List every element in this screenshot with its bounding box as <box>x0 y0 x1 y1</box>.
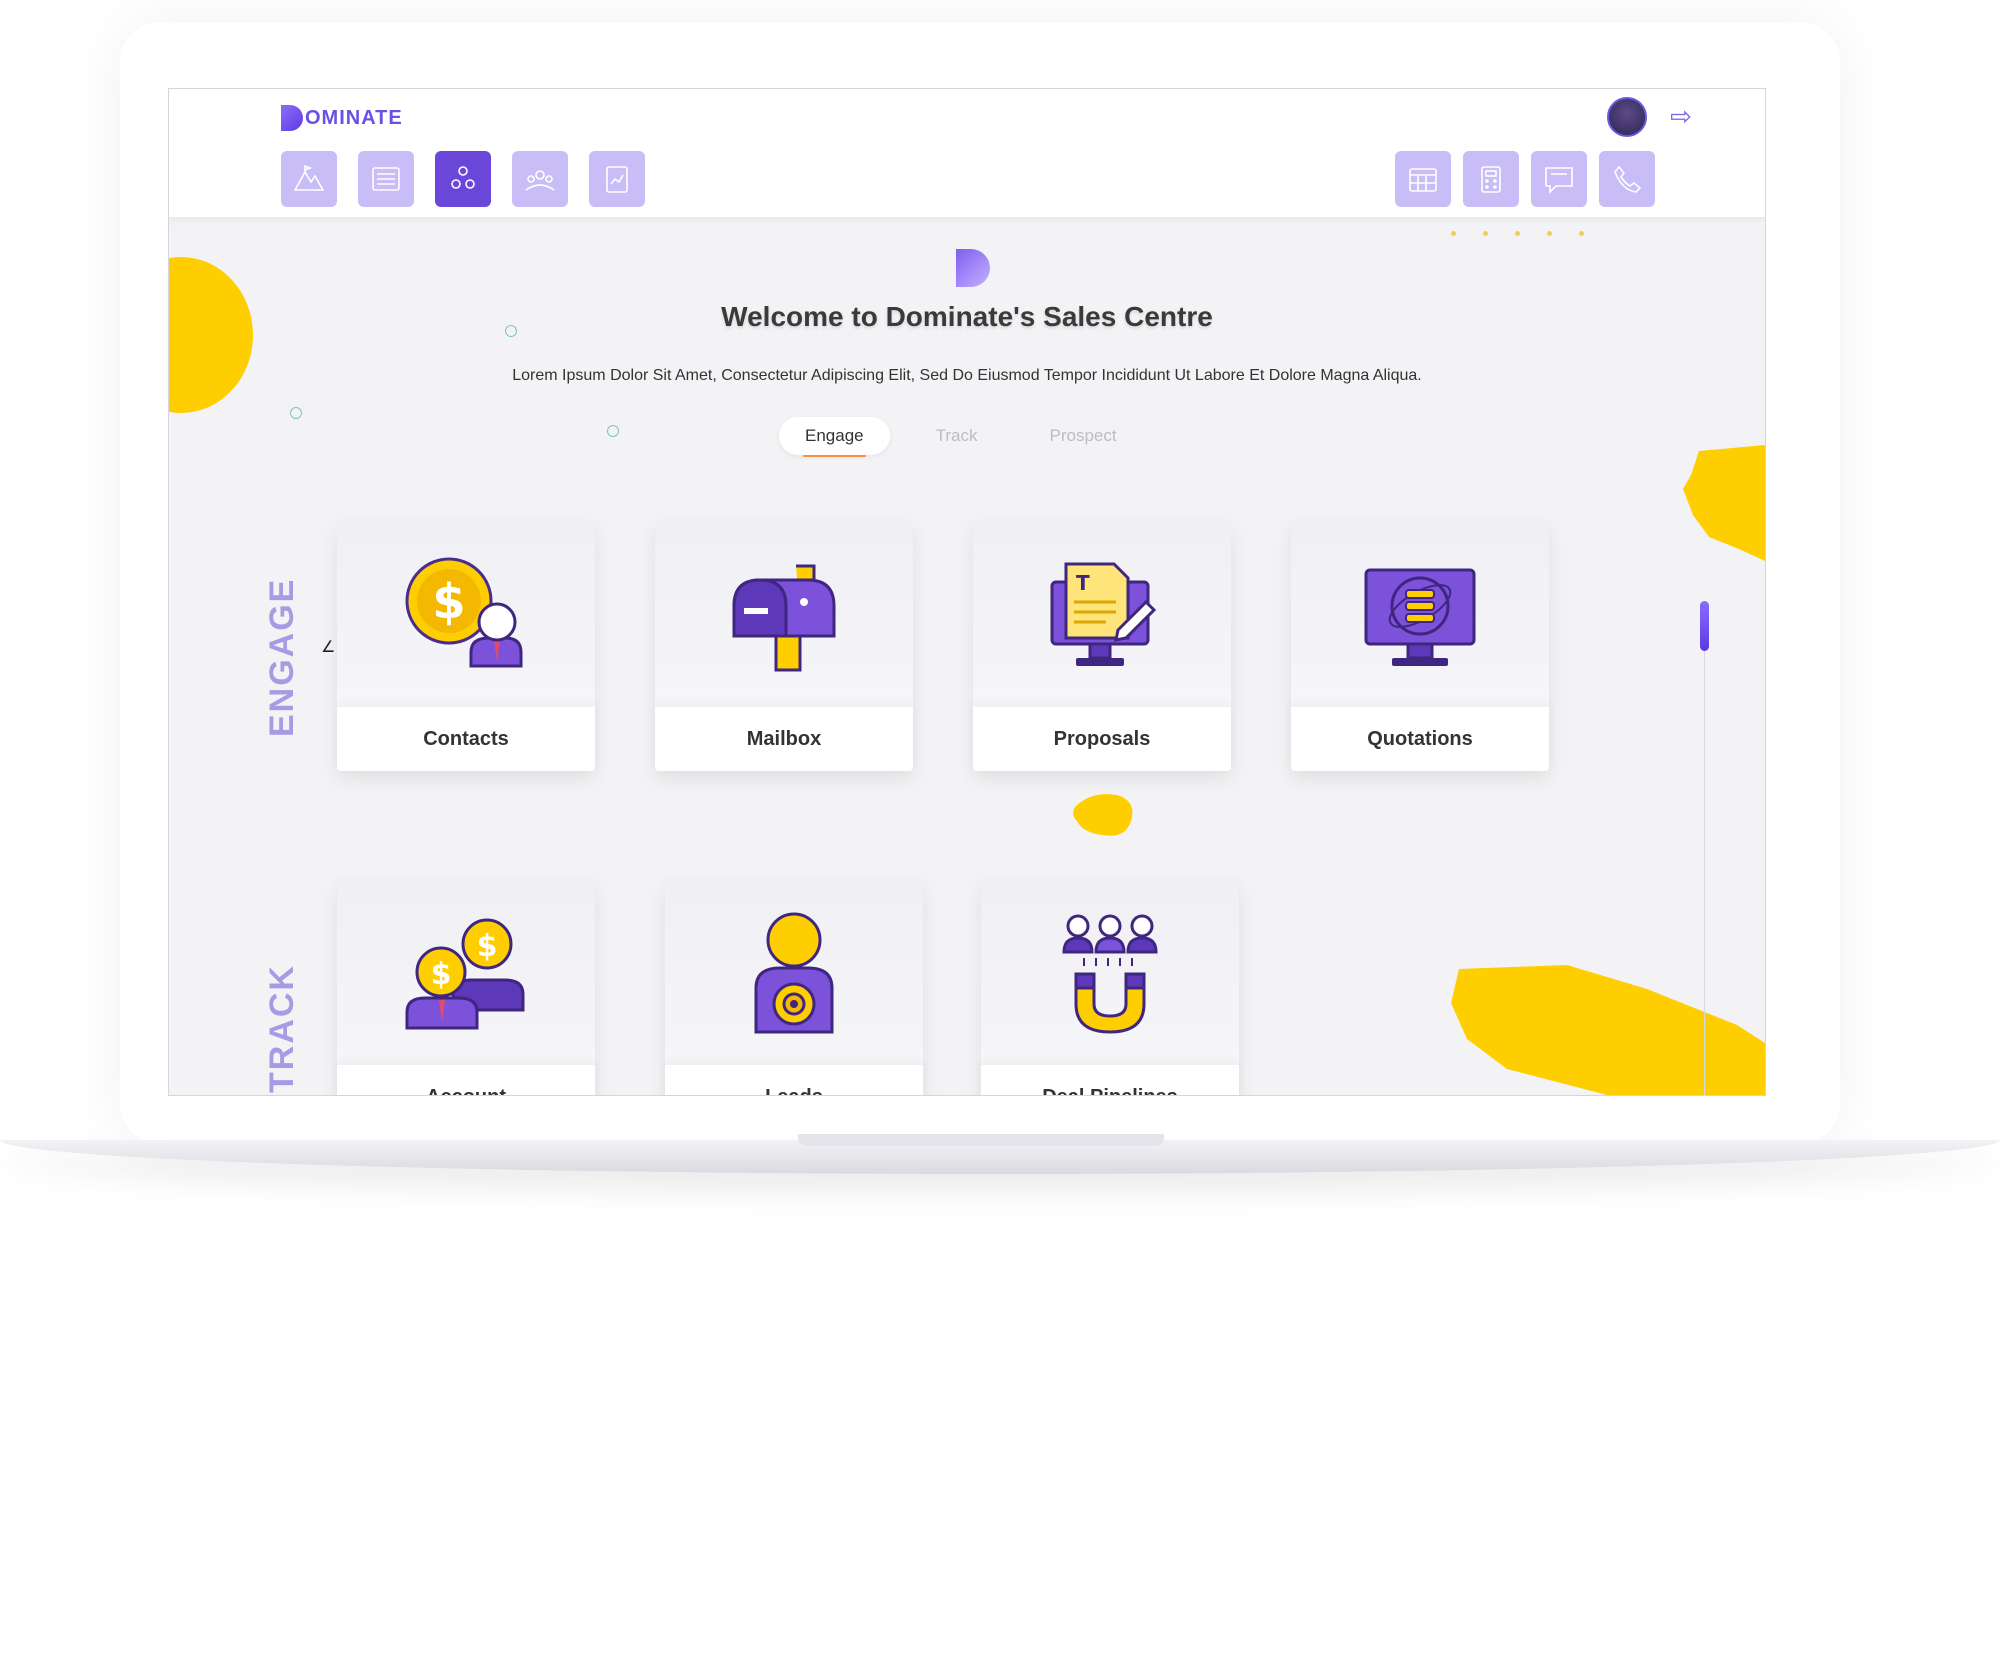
mountain-icon[interactable] <box>281 151 337 207</box>
card-contacts[interactable]: $ Contacts <box>337 521 595 771</box>
ring-decoration <box>290 407 302 419</box>
card-mailbox[interactable]: Mailbox <box>655 521 913 771</box>
card-label: Account <box>337 1065 595 1095</box>
brand-mark <box>956 249 990 287</box>
logout-icon[interactable]: ⇨ <box>1661 101 1701 131</box>
card-label: Leads <box>665 1065 923 1095</box>
yellow-brush-decoration <box>1683 445 1765 561</box>
logo-mark <box>281 105 303 131</box>
leads-icon <box>665 909 923 1039</box>
cursor-mark: ∠ <box>321 639 336 656</box>
module-toolbar <box>169 143 1765 217</box>
card-label: Contacts <box>337 707 595 771</box>
card-proposals[interactable]: T Proposals <box>973 521 1231 771</box>
tab-track[interactable]: Track <box>910 417 1004 455</box>
svg-text:$: $ <box>432 574 465 630</box>
deal-pipelines-icon <box>981 909 1239 1039</box>
dot-decoration <box>1515 231 1520 236</box>
dot-decoration <box>1579 231 1584 236</box>
chat-icon[interactable] <box>1531 151 1587 207</box>
tab-prospect[interactable]: Prospect <box>1024 417 1143 455</box>
quotations-icon <box>1291 551 1549 681</box>
group-icon[interactable] <box>512 151 568 207</box>
svg-text:$: $ <box>431 957 452 992</box>
card-deal-pipelines[interactable]: Deal Pipelines <box>981 879 1239 1095</box>
svg-text:T: T <box>1076 571 1090 595</box>
calculator-icon[interactable] <box>1463 151 1519 207</box>
dot-decoration <box>1547 231 1552 236</box>
user-avatar[interactable] <box>1607 97 1647 137</box>
account-icon: $ $ <box>337 909 595 1039</box>
section-label-track: TRACK <box>263 964 301 1093</box>
top-bar: OMINATE ⇨ <box>169 89 1765 144</box>
section-label-engage: ENGAGE <box>263 577 301 737</box>
card-account[interactable]: $ $ Account <box>337 879 595 1095</box>
contacts-icon: $ <box>337 551 595 681</box>
page-subtitle: Lorem Ipsum Dolor Sit Amet, Consectetur … <box>512 367 1422 384</box>
clipboard-chart-icon[interactable] <box>589 151 645 207</box>
svg-text:$: $ <box>477 929 498 964</box>
team-icon[interactable] <box>435 151 491 207</box>
scrollbar-thumb[interactable] <box>1700 601 1709 651</box>
calendar-icon[interactable] <box>1395 151 1451 207</box>
mailbox-icon <box>655 551 913 681</box>
laptop-notch <box>798 1134 1164 1146</box>
tab-engage[interactable]: Engage <box>779 417 890 457</box>
card-quotations[interactable]: Quotations <box>1291 521 1549 771</box>
dot-decoration <box>1451 231 1456 236</box>
page-title: Welcome to Dominate's Sales Centre <box>721 301 1213 332</box>
card-label: Proposals <box>973 707 1231 771</box>
list-icon[interactable] <box>358 151 414 207</box>
yellow-brush-decoration <box>1451 965 1765 1095</box>
ring-decoration <box>607 425 619 437</box>
dot-decoration <box>1483 231 1488 236</box>
logo-text: OMINATE <box>305 106 403 129</box>
card-label: Quotations <box>1291 707 1549 771</box>
section-tabs: Engage Track Prospect <box>779 417 1143 457</box>
yellow-semicircle-decoration <box>169 257 253 413</box>
proposals-icon: T <box>973 551 1231 681</box>
card-label: Mailbox <box>655 707 913 771</box>
scrollbar-track[interactable] <box>1704 601 1705 1095</box>
yellow-blob-decoration <box>1073 794 1133 836</box>
logo[interactable]: OMINATE <box>281 105 403 131</box>
phone-icon[interactable] <box>1599 151 1655 207</box>
card-leads[interactable]: Leads <box>665 879 923 1095</box>
app-screen: OMINATE ⇨ Welcome to Dominate's Sales Ce… <box>168 88 1766 1096</box>
card-label: Deal Pipelines <box>981 1065 1239 1095</box>
